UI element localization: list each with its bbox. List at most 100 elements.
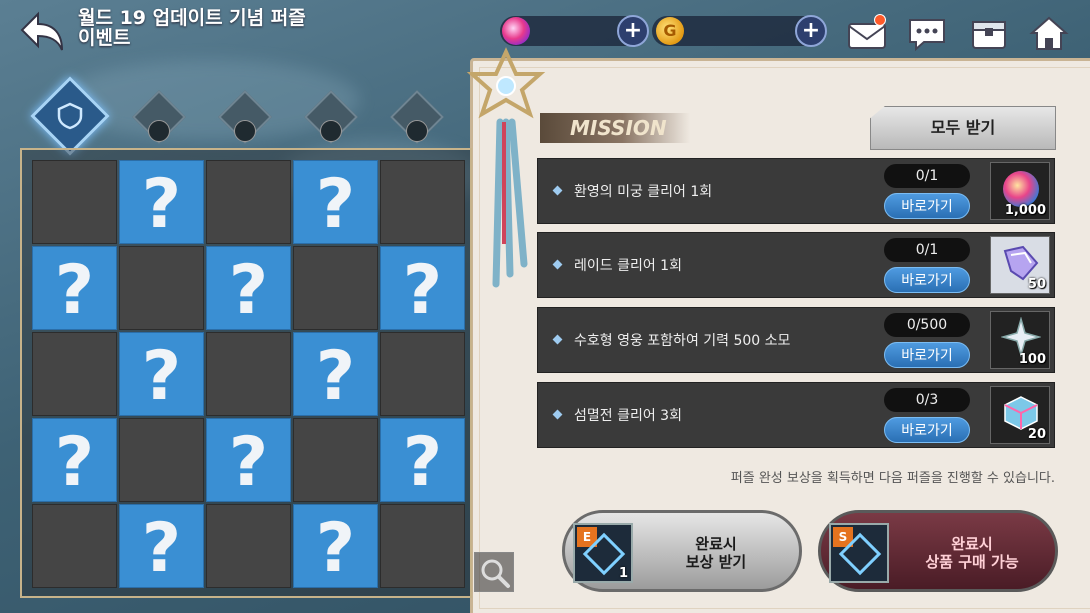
hidden-puzzle-piece[interactable]: [380, 418, 465, 502]
hidden-puzzle-piece[interactable]: [32, 246, 117, 330]
hidden-puzzle-piece[interactable]: [293, 504, 378, 588]
reward-slot[interactable]: 50: [990, 236, 1050, 294]
empty-puzzle-cell[interactable]: [380, 504, 465, 588]
crystal-orb-icon: [1003, 171, 1039, 207]
complete-reward-button[interactable]: E 1 완료시 보상 받기: [562, 510, 802, 592]
puzzle-tab-1[interactable]: [30, 76, 110, 156]
page-title-line-1: 월드 19 업데이트 기념 퍼즐: [78, 7, 306, 29]
mission-text: 섬멸전 클리어 3회: [574, 408, 682, 424]
add-gold-button[interactable]: +: [795, 15, 827, 47]
mail-button[interactable]: [846, 14, 888, 52]
home-icon: [1029, 16, 1069, 50]
mission-progress: 0/1: [884, 164, 970, 188]
page-title-line-2: 이벤트: [78, 27, 131, 49]
hidden-puzzle-piece[interactable]: [119, 160, 204, 244]
complete-reward-label-line-1: 완료시: [695, 535, 737, 553]
puzzle-notice-text: 퍼즐 완성 보상을 획득하면 다음 퍼즐을 진행할 수 있습니다.: [730, 471, 1055, 486]
mission-text: 환영의 미궁 클리어 1회: [574, 184, 713, 200]
shield-icon: [57, 102, 83, 130]
reward-slot[interactable]: 100: [990, 311, 1050, 369]
add-crystal-button[interactable]: +: [617, 15, 649, 47]
hidden-puzzle-piece[interactable]: [206, 418, 291, 502]
mission-progress: 0/3: [884, 388, 970, 412]
lock-icon: [320, 120, 342, 142]
mission-row: 섬멸전 클리어 3회 0/3 바로가기 20: [537, 382, 1055, 448]
chat-button[interactable]: [906, 14, 948, 52]
empty-puzzle-cell[interactable]: [380, 332, 465, 416]
reward-slot[interactable]: 20: [990, 386, 1050, 444]
claim-all-button[interactable]: 모두 받기: [870, 106, 1056, 150]
mission-text: 수호형 영웅 포함하여 기력 500 소모: [574, 333, 791, 349]
empty-puzzle-cell[interactable]: [293, 246, 378, 330]
empty-puzzle-cell[interactable]: [206, 332, 291, 416]
hidden-puzzle-piece[interactable]: [119, 504, 204, 588]
complete-reward-label: 완료시 보상 받기: [641, 535, 791, 571]
hidden-puzzle-piece[interactable]: [380, 246, 465, 330]
hidden-puzzle-piece[interactable]: [293, 160, 378, 244]
gold-currency-icon: G: [656, 17, 684, 45]
bullet-diamond-icon: [552, 334, 563, 345]
reward-slot[interactable]: 1,000: [990, 162, 1050, 220]
empty-puzzle-cell[interactable]: [32, 332, 117, 416]
notification-dot: [874, 14, 886, 26]
page-title: 월드 19 업데이트 기념 퍼즐 이벤트: [78, 8, 318, 48]
bullet-diamond-icon: [552, 185, 563, 196]
reward-quantity: 1,000: [1004, 203, 1046, 218]
reward-quantity: 50: [1027, 277, 1046, 292]
reward-quantity: 20: [1027, 427, 1046, 442]
empty-puzzle-cell[interactable]: [119, 418, 204, 502]
empty-puzzle-cell[interactable]: [119, 246, 204, 330]
empty-puzzle-cell[interactable]: [206, 504, 291, 588]
bullet-diamond-icon: [552, 409, 563, 420]
home-button[interactable]: [1028, 14, 1070, 52]
puzzle-tab-4[interactable]: [302, 88, 360, 146]
goto-button[interactable]: 바로가기: [884, 342, 970, 368]
complete-purchase-button[interactable]: S 완료시 상품 구매 가능: [818, 510, 1058, 592]
empty-puzzle-cell[interactable]: [380, 160, 465, 244]
mission-progress: 0/500: [884, 313, 970, 337]
mission-text: 레이드 클리어 1회: [574, 258, 682, 274]
back-arrow-icon: [20, 11, 63, 51]
empty-puzzle-cell[interactable]: [32, 160, 117, 244]
empty-puzzle-cell[interactable]: [206, 160, 291, 244]
complete-purchase-label-line-2: 상품 구매 가능: [925, 553, 1019, 571]
hidden-puzzle-piece[interactable]: [32, 418, 117, 502]
star-shard-icon: [1001, 317, 1041, 357]
goto-button[interactable]: 바로가기: [884, 193, 970, 219]
mission-label: MISSION: [540, 113, 690, 143]
puzzle-tab-3[interactable]: [216, 88, 274, 146]
reward-ticket-icon: S: [829, 523, 889, 583]
hidden-puzzle-piece[interactable]: [206, 246, 291, 330]
empty-puzzle-cell[interactable]: [293, 418, 378, 502]
complete-reward-label-line-2: 보상 받기: [685, 553, 747, 571]
lock-icon: [148, 120, 170, 142]
complete-purchase-label-line-1: 완료시: [951, 535, 993, 553]
back-button[interactable]: [18, 10, 68, 54]
reward-ticket-icon: E 1: [573, 523, 633, 583]
hidden-puzzle-piece[interactable]: [293, 332, 378, 416]
crystal-currency-icon: [502, 17, 530, 45]
mission-row: 레이드 클리어 1회 0/1 바로가기 50: [537, 232, 1055, 298]
inventory-button[interactable]: [968, 14, 1010, 52]
lock-icon: [234, 120, 256, 142]
lock-icon: [406, 120, 428, 142]
zoom-button[interactable]: [474, 552, 514, 592]
chat-icon: [909, 19, 945, 52]
empty-puzzle-cell[interactable]: [32, 504, 117, 588]
reward-quantity: 100: [1018, 352, 1046, 367]
bullet-diamond-icon: [552, 259, 563, 270]
puzzle-grid: [32, 160, 465, 588]
mission-progress: 0/1: [884, 238, 970, 262]
puzzle-board: [20, 148, 472, 598]
hidden-puzzle-piece[interactable]: [119, 332, 204, 416]
goto-button[interactable]: 바로가기: [884, 267, 970, 293]
ornament-charm-icon: [466, 47, 546, 288]
inventory-icon: [972, 21, 1006, 49]
puzzle-tab-2[interactable]: [130, 88, 188, 146]
goto-button[interactable]: 바로가기: [884, 417, 970, 443]
puzzle-tab-5[interactable]: [388, 88, 446, 146]
magnifier-icon: [481, 559, 510, 588]
mission-row: 환영의 미궁 클리어 1회 0/1 바로가기 1,000: [537, 158, 1055, 224]
complete-purchase-label: 완료시 상품 구매 가능: [897, 535, 1047, 571]
mission-row: 수호형 영웅 포함하여 기력 500 소모 0/500 바로가기 100: [537, 307, 1055, 373]
